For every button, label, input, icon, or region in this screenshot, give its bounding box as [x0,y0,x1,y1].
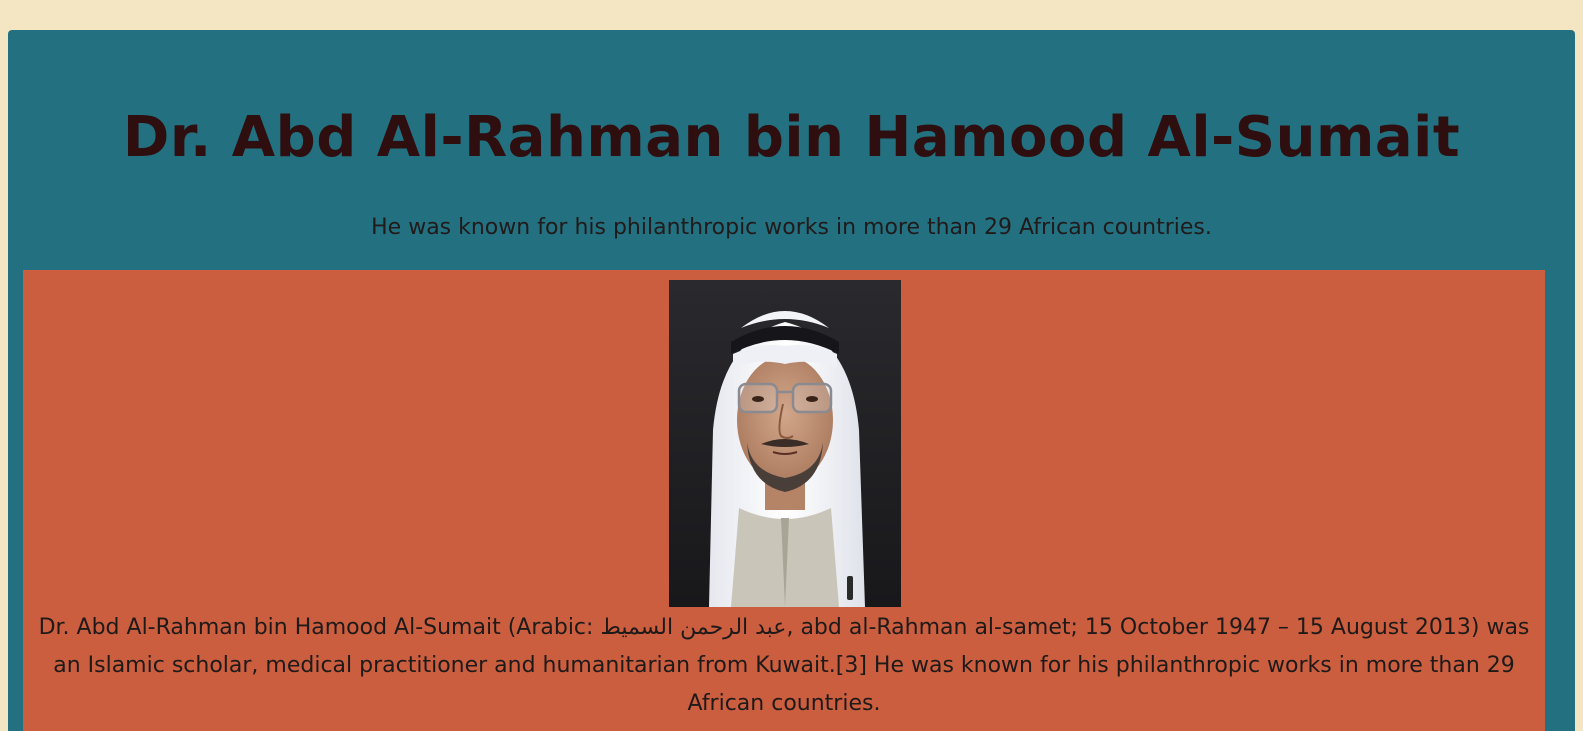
content-panel: Dr. Abd Al-Rahman bin Hamood Al-Sumait (… [23,270,1545,731]
page-tagline: He was known for his philanthropic works… [371,215,1212,240]
biography-text: Dr. Abd Al-Rahman bin Hamood Al-Sumait (… [33,609,1535,723]
arabic-name: عبد الرحمن السميط [600,615,787,640]
main-container: Dr. Abd Al-Rahman bin Hamood Al-Sumait H… [8,30,1575,731]
page-title: Dr. Abd Al-Rahman bin Hamood Al-Sumait [122,105,1461,170]
biography-part-1: Dr. Abd Al-Rahman bin Hamood Al-Sumait (… [38,615,601,640]
portrait-image [669,280,901,607]
